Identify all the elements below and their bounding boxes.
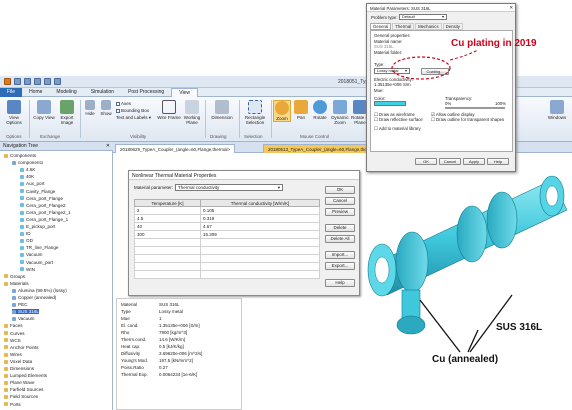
- annotation-overlay: [391, 49, 513, 353]
- cu-annealed-label: Cu (annealed): [432, 354, 499, 365]
- coating-highlight-ellipse: [391, 56, 451, 80]
- annotation-arrow: [449, 49, 479, 61]
- sus-label: SUS 316L: [496, 322, 543, 333]
- cu-arrow-2: [419, 299, 461, 353]
